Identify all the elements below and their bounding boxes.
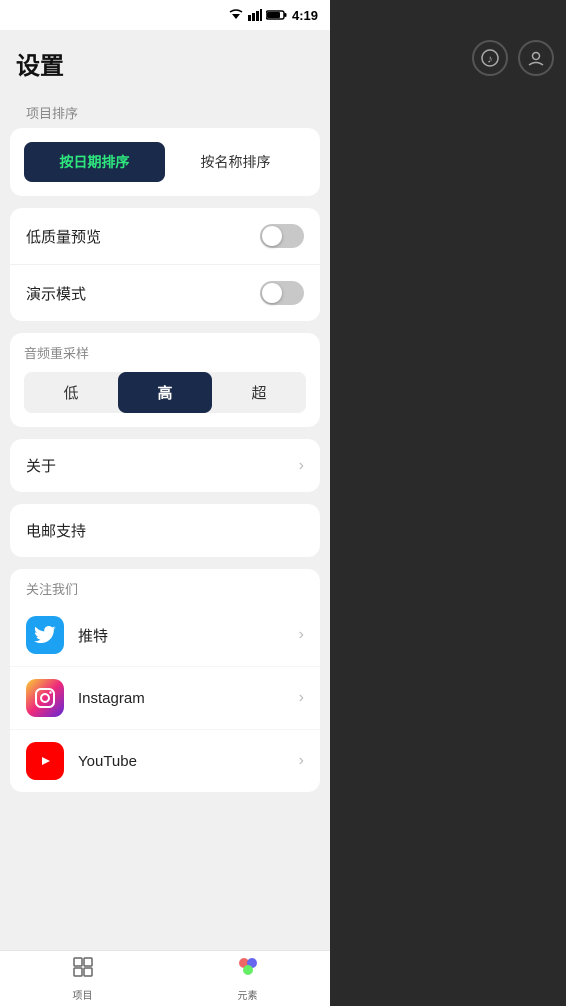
svg-text:♪: ♪ (487, 54, 493, 66)
audio-btn-ultra[interactable]: 超 (212, 372, 306, 413)
demo-mode-label: 演示模式 (26, 283, 86, 304)
about-chevron-icon: › (299, 457, 304, 475)
audio-buttons-container: 低 高 超 (24, 372, 306, 413)
sort-buttons-container: 按日期排序 按名称排序 (10, 128, 320, 196)
email-card: 电邮支持 (10, 504, 320, 557)
projects-nav-icon (72, 956, 94, 984)
sort-card: 按日期排序 按名称排序 (10, 128, 320, 196)
toggle-card: 低质量预览 演示模式 (10, 208, 320, 321)
right-status-bar (330, 0, 566, 30)
right-main-content (330, 86, 566, 1006)
youtube-chevron-icon: › (299, 752, 304, 770)
nav-item-elements[interactable]: 元素 (165, 951, 330, 1006)
about-row[interactable]: 关于 › (10, 439, 320, 492)
status-bar: 4:19 (0, 0, 330, 30)
audio-btn-low[interactable]: 低 (24, 372, 118, 413)
instagram-chevron-icon: › (299, 689, 304, 707)
demo-mode-row: 演示模式 (10, 265, 320, 321)
status-time: 4:19 (292, 8, 318, 23)
low-quality-toggle[interactable] (260, 224, 304, 248)
youtube-icon (26, 742, 64, 780)
page-title: 设置 (16, 46, 314, 81)
elements-nav-icon (237, 956, 259, 984)
page-title-bar: 设置 (0, 30, 330, 93)
projects-icon (72, 956, 94, 978)
twitter-icon (26, 616, 64, 654)
audio-section-label: 音频重采样 (24, 343, 306, 362)
nav-item-projects[interactable]: 项目 (0, 951, 165, 1006)
about-label: 关于 (26, 455, 56, 476)
audio-card: 音频重采样 低 高 超 (10, 333, 320, 427)
low-quality-row: 低质量预览 (10, 208, 320, 265)
about-card: 关于 › (10, 439, 320, 492)
right-top-icon-1[interactable]: ♪ (472, 40, 508, 76)
demo-mode-toggle[interactable] (260, 281, 304, 305)
right-panel: ♪ (330, 0, 566, 1006)
twitter-bird-icon (34, 626, 56, 644)
twitter-row[interactable]: 推特 › (10, 604, 320, 667)
audio-btn-high[interactable]: 高 (118, 372, 212, 413)
right-top-icon-2[interactable] (518, 40, 554, 76)
settings-panel: 4:19 设置 项目排序 按日期排序 按名称排序 低质量预览 演示模式 音频重采… (0, 0, 330, 1006)
audio-section: 音频重采样 低 高 超 (10, 333, 320, 427)
wifi-icon (228, 9, 244, 21)
signal-icon (248, 9, 262, 21)
email-row[interactable]: 电邮支持 (10, 504, 320, 557)
email-label: 电邮支持 (26, 520, 86, 541)
youtube-label: YouTube (78, 753, 299, 770)
follow-section-label: 关注我们 (10, 569, 320, 604)
instagram-icon (26, 679, 64, 717)
sort-by-date-button[interactable]: 按日期排序 (24, 142, 165, 182)
notification-icon: ♪ (481, 49, 499, 67)
instagram-row[interactable]: Instagram › (10, 667, 320, 730)
nav-label-projects: 项目 (73, 987, 93, 1002)
sort-section-label: 项目排序 (10, 93, 320, 128)
sort-by-name-button[interactable]: 按名称排序 (165, 142, 306, 182)
instagram-camera-icon (34, 687, 56, 709)
twitter-label: 推特 (78, 625, 299, 646)
right-top-icons: ♪ (330, 30, 566, 86)
status-icons: 4:19 (228, 8, 318, 23)
follow-card: 关注我们 推特 › Instagram › (10, 569, 320, 792)
twitter-chevron-icon: › (299, 626, 304, 644)
instagram-label: Instagram (78, 690, 299, 707)
battery-icon (266, 9, 288, 21)
elements-icon (237, 956, 259, 978)
nav-label-elements: 元素 (238, 987, 258, 1002)
profile-icon (527, 49, 545, 67)
youtube-row[interactable]: YouTube › (10, 730, 320, 792)
bottom-nav: 项目 元素 (0, 950, 330, 1006)
youtube-play-icon (33, 752, 57, 770)
low-quality-label: 低质量预览 (26, 226, 101, 247)
